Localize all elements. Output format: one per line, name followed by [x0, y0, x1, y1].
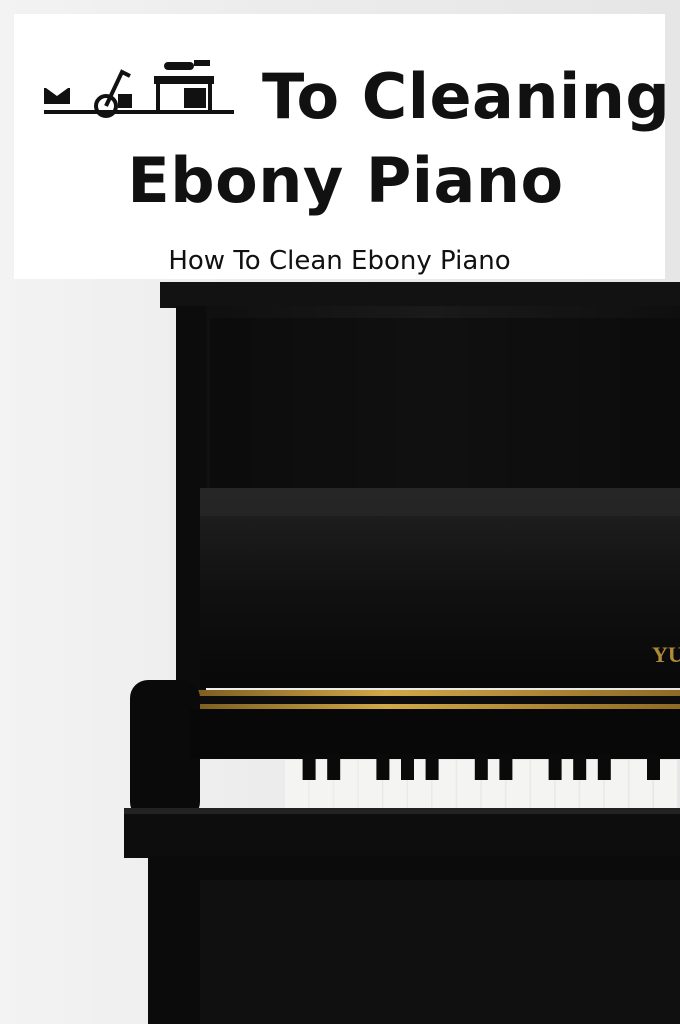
piano-fallboard	[200, 488, 680, 688]
black-key	[376, 754, 390, 780]
page-title-line2: Ebony Piano	[127, 144, 564, 217]
black-key	[425, 754, 439, 780]
black-key	[327, 754, 341, 780]
black-key	[597, 754, 611, 780]
black-key	[401, 754, 414, 780]
black-key	[548, 754, 562, 780]
piano-lid	[160, 282, 680, 308]
black-key	[647, 754, 660, 780]
black-key	[499, 754, 513, 780]
piano-keys	[285, 754, 678, 808]
piano-brand-text: YU	[652, 642, 680, 667]
page-title-line1: To Cleaning	[262, 60, 671, 133]
title-banner: To Cleaning Ebony Piano How To Clean Ebo…	[14, 14, 670, 279]
gold-trim	[190, 690, 680, 696]
page-subtitle: How To Clean Ebony Piano	[168, 246, 511, 276]
black-key	[302, 754, 316, 780]
black-key	[474, 754, 488, 780]
black-key	[573, 754, 587, 780]
